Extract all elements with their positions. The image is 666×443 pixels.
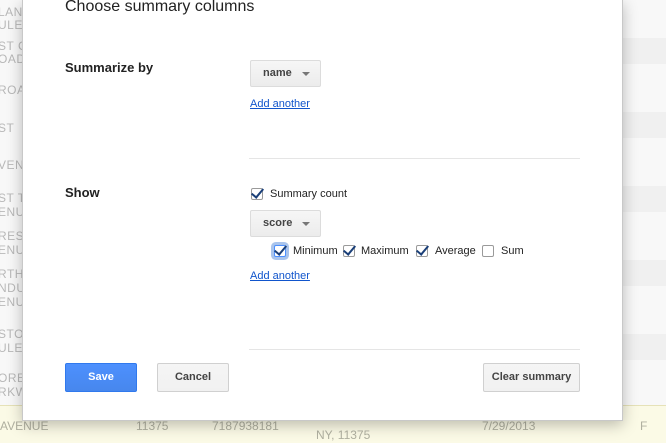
section-divider — [249, 158, 580, 159]
average-checkbox[interactable] — [416, 245, 428, 257]
background-cell: ULE — [0, 341, 22, 355]
background-cell: ORE — [0, 371, 22, 385]
maximum-checkbox[interactable] — [343, 245, 355, 257]
background-cell: ENU — [0, 295, 22, 309]
maximum-label: Maximum — [361, 245, 409, 257]
clear-summary-button[interactable]: Clear summary — [483, 363, 580, 392]
chevron-down-icon — [302, 222, 310, 226]
background-cell: ULE — [0, 18, 22, 32]
background-cell: NDU — [0, 281, 22, 295]
background-cell: ROAD — [0, 83, 22, 97]
show-column-dropdown-value: score — [263, 217, 293, 229]
background-cell: VENU — [0, 158, 22, 172]
chevron-down-icon — [302, 72, 310, 76]
summarize-by-dropdown-value: name — [263, 67, 292, 79]
summarize-by-dropdown[interactable]: name — [250, 60, 321, 87]
background-row-stripe — [622, 334, 666, 360]
background-cell: NY, 11375 — [316, 428, 371, 442]
background-cell: 7187938181 — [212, 419, 279, 433]
show-add-another-link[interactable]: Add another — [250, 270, 310, 282]
background-cell: STOR — [0, 327, 22, 341]
show-column-dropdown[interactable]: score — [250, 210, 321, 237]
background-cell: ENU — [0, 243, 22, 257]
background-cell: ST — [0, 121, 15, 135]
average-label: Average — [435, 245, 476, 257]
background-row-stripe — [622, 260, 666, 286]
background-cell: RES — [0, 229, 22, 243]
summarize-by-add-another-link[interactable]: Add another — [250, 98, 310, 110]
minimum-checkbox[interactable] — [274, 245, 286, 257]
section-divider — [249, 349, 580, 350]
background-cell: 7/29/2013 — [482, 419, 536, 433]
background-cell: OAD — [0, 52, 22, 66]
background-row-stripe — [622, 112, 666, 138]
background-cell: F — [640, 419, 648, 433]
sum-label: Sum — [501, 245, 524, 257]
background-cell: ST T — [0, 191, 22, 205]
show-label: Show — [65, 185, 100, 200]
cancel-button[interactable]: Cancel — [157, 363, 229, 392]
save-button[interactable]: Save — [65, 363, 137, 392]
sum-checkbox[interactable] — [482, 245, 494, 257]
background-table-left-column: LANE ULE ST C OAD ROAD ST VENU ST T ENU … — [0, 0, 22, 442]
background-table-right-edge — [622, 0, 666, 442]
summarize-by-label: Summarize by — [65, 60, 154, 75]
summary-count-label: Summary count — [270, 188, 348, 200]
minimum-label: Minimum — [293, 245, 338, 257]
background-cell: 11375 — [136, 419, 169, 433]
background-row-stripe — [622, 186, 666, 212]
dialog-title: Choose summary columns — [65, 0, 255, 15]
background-cell: RKW — [0, 385, 22, 399]
background-cell: ENU — [0, 205, 22, 219]
summary-columns-dialog: Choose summary columns Summarize by name… — [22, 0, 623, 421]
background-cell: RTH — [0, 267, 22, 281]
summary-count-checkbox[interactable] — [251, 188, 263, 200]
background-cell: AVENUE — [0, 419, 49, 433]
background-row-stripe — [622, 38, 666, 64]
